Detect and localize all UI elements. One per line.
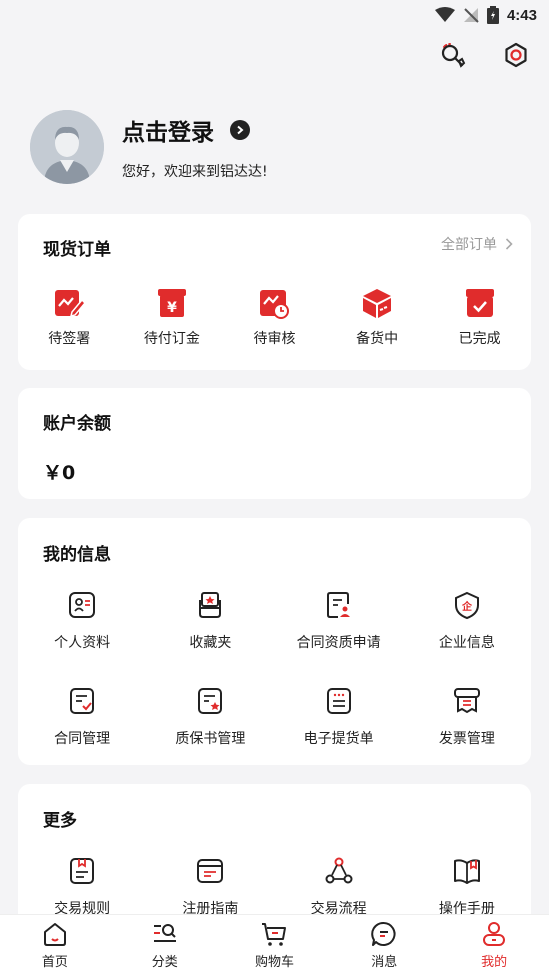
order-label: 待付订金 (143, 331, 200, 347)
sign-edit-icon (55, 290, 87, 318)
login-link[interactable]: 点击登录 (122, 113, 214, 147)
order-status-pending-review[interactable]: 待审核 (223, 286, 326, 348)
nav-home[interactable]: 首页 (0, 915, 110, 976)
contract-manage-icon (70, 688, 95, 714)
trade-rules-icon (70, 858, 95, 884)
nav-cart[interactable]: 购物车 (220, 915, 330, 976)
status-bar: 4:43 (0, 0, 549, 30)
nav-mine[interactable]: 我的 (439, 915, 549, 976)
manual-book-icon (453, 859, 480, 884)
status-time: 4:43 (506, 6, 537, 24)
order-status-completed[interactable]: 已完成 (428, 286, 531, 348)
menu-favorites[interactable]: 收藏夹 (146, 590, 274, 652)
e-delivery-icon (326, 688, 351, 714)
nav-label: 消息 (371, 955, 398, 970)
profile-card-icon (69, 592, 96, 618)
balance-title: 账户余额 (43, 414, 111, 434)
cart-icon (262, 923, 287, 946)
spot-orders-card: 现货订单 全部订单 待签署 ¥ 待付订金 待审核 备货中 已完成 (18, 214, 531, 370)
customer-service-button[interactable] (437, 40, 467, 70)
menu-invoice-manage[interactable]: 发票管理 (403, 686, 531, 748)
contract-apply-icon (326, 592, 350, 618)
menu-label: 合同管理 (54, 731, 111, 747)
menu-contract-apply[interactable]: 合同资质申请 (275, 590, 403, 652)
menu-label: 企业信息 (438, 635, 495, 651)
profile-header[interactable]: 点击登录 您好，欢迎来到铝达达! (30, 110, 268, 184)
balance-value: ￥0 (43, 462, 76, 484)
wifi-icon (434, 7, 455, 22)
nav-messages[interactable]: 消息 (329, 915, 439, 976)
review-clock-icon (260, 290, 290, 319)
category-icon (153, 924, 176, 942)
favorites-icon (199, 592, 222, 618)
headset-icon (441, 43, 466, 68)
trade-flow-icon (325, 857, 353, 884)
chevron-right-icon (237, 125, 244, 135)
nav-label: 购物车 (254, 955, 294, 970)
all-orders-label: 全部订单 (441, 237, 497, 253)
menu-label: 个人资料 (54, 635, 111, 651)
settings-icon (505, 42, 527, 68)
menu-label: 收藏夹 (189, 635, 232, 651)
menu-contract-manage[interactable]: 合同管理 (18, 686, 146, 748)
order-label: 备货中 (356, 331, 399, 347)
menu-trade-rules[interactable]: 交易规则 (18, 856, 146, 918)
more-title: 更多 (43, 811, 77, 831)
nav-label: 首页 (41, 955, 68, 970)
default-avatar-icon (30, 110, 104, 184)
nav-label: 我的 (481, 955, 508, 970)
menu-personal-profile[interactable]: 个人资料 (18, 590, 146, 652)
order-label: 待审核 (253, 331, 296, 347)
welcome-text: 您好，欢迎来到铝达达! (122, 164, 268, 180)
order-status-stocking[interactable]: 备货中 (326, 286, 429, 348)
menu-warranty-manage[interactable]: 质保书管理 (146, 686, 274, 748)
order-status-pending-sign[interactable]: 待签署 (18, 286, 121, 348)
spot-orders-title: 现货订单 (43, 240, 111, 260)
menu-label: 质保书管理 (175, 731, 246, 747)
settings-button[interactable] (501, 40, 531, 70)
home-icon (43, 923, 66, 946)
no-signal-icon (463, 8, 479, 23)
menu-label: 发票管理 (438, 731, 495, 747)
order-label: 待签署 (48, 331, 91, 347)
menu-label: 合同资质申请 (296, 635, 381, 651)
order-label: 已完成 (458, 331, 501, 347)
enterprise-shield-icon: 企 (454, 591, 479, 620)
battery-icon (486, 6, 499, 24)
menu-register-guide[interactable]: 注册指南 (146, 856, 274, 918)
user-icon (483, 922, 506, 946)
message-icon (371, 921, 396, 946)
nav-category[interactable]: 分类 (110, 915, 220, 976)
completed-check-icon (465, 289, 494, 317)
menu-enterprise-info[interactable]: 企 企业信息 (403, 590, 531, 652)
menu-e-delivery[interactable]: 电子提货单 (275, 686, 403, 748)
menu-label: 电子提货单 (303, 731, 374, 747)
register-guide-icon (197, 859, 224, 883)
menu-operation-manual[interactable]: 操作手册 (403, 856, 531, 918)
bottom-nav: 首页 分类 购物车 消息 我的 (0, 914, 549, 976)
account-balance-card[interactable]: 账户余额 ￥0 (18, 388, 531, 499)
top-actions (437, 40, 531, 70)
svg-text:企: 企 (461, 600, 473, 613)
order-status-pending-deposit[interactable]: ¥ 待付订金 (121, 286, 224, 348)
svg-text:¥: ¥ (167, 300, 177, 316)
login-arrow-button[interactable] (230, 120, 250, 140)
avatar[interactable] (30, 110, 104, 184)
my-info-card: 我的信息 个人资料 收藏夹 合同资质申请 企 企业信息 合同管理 质保书管理 电… (18, 518, 531, 765)
nav-label: 分类 (151, 955, 178, 970)
deposit-yen-icon: ¥ (157, 289, 186, 317)
warranty-icon (198, 688, 223, 714)
invoice-icon (453, 688, 480, 714)
stocking-box-icon (363, 289, 392, 318)
chevron-right-icon (505, 238, 513, 250)
my-info-title: 我的信息 (43, 545, 111, 565)
menu-trade-flow[interactable]: 交易流程 (275, 856, 403, 918)
all-orders-link[interactable]: 全部订单 (441, 234, 513, 254)
